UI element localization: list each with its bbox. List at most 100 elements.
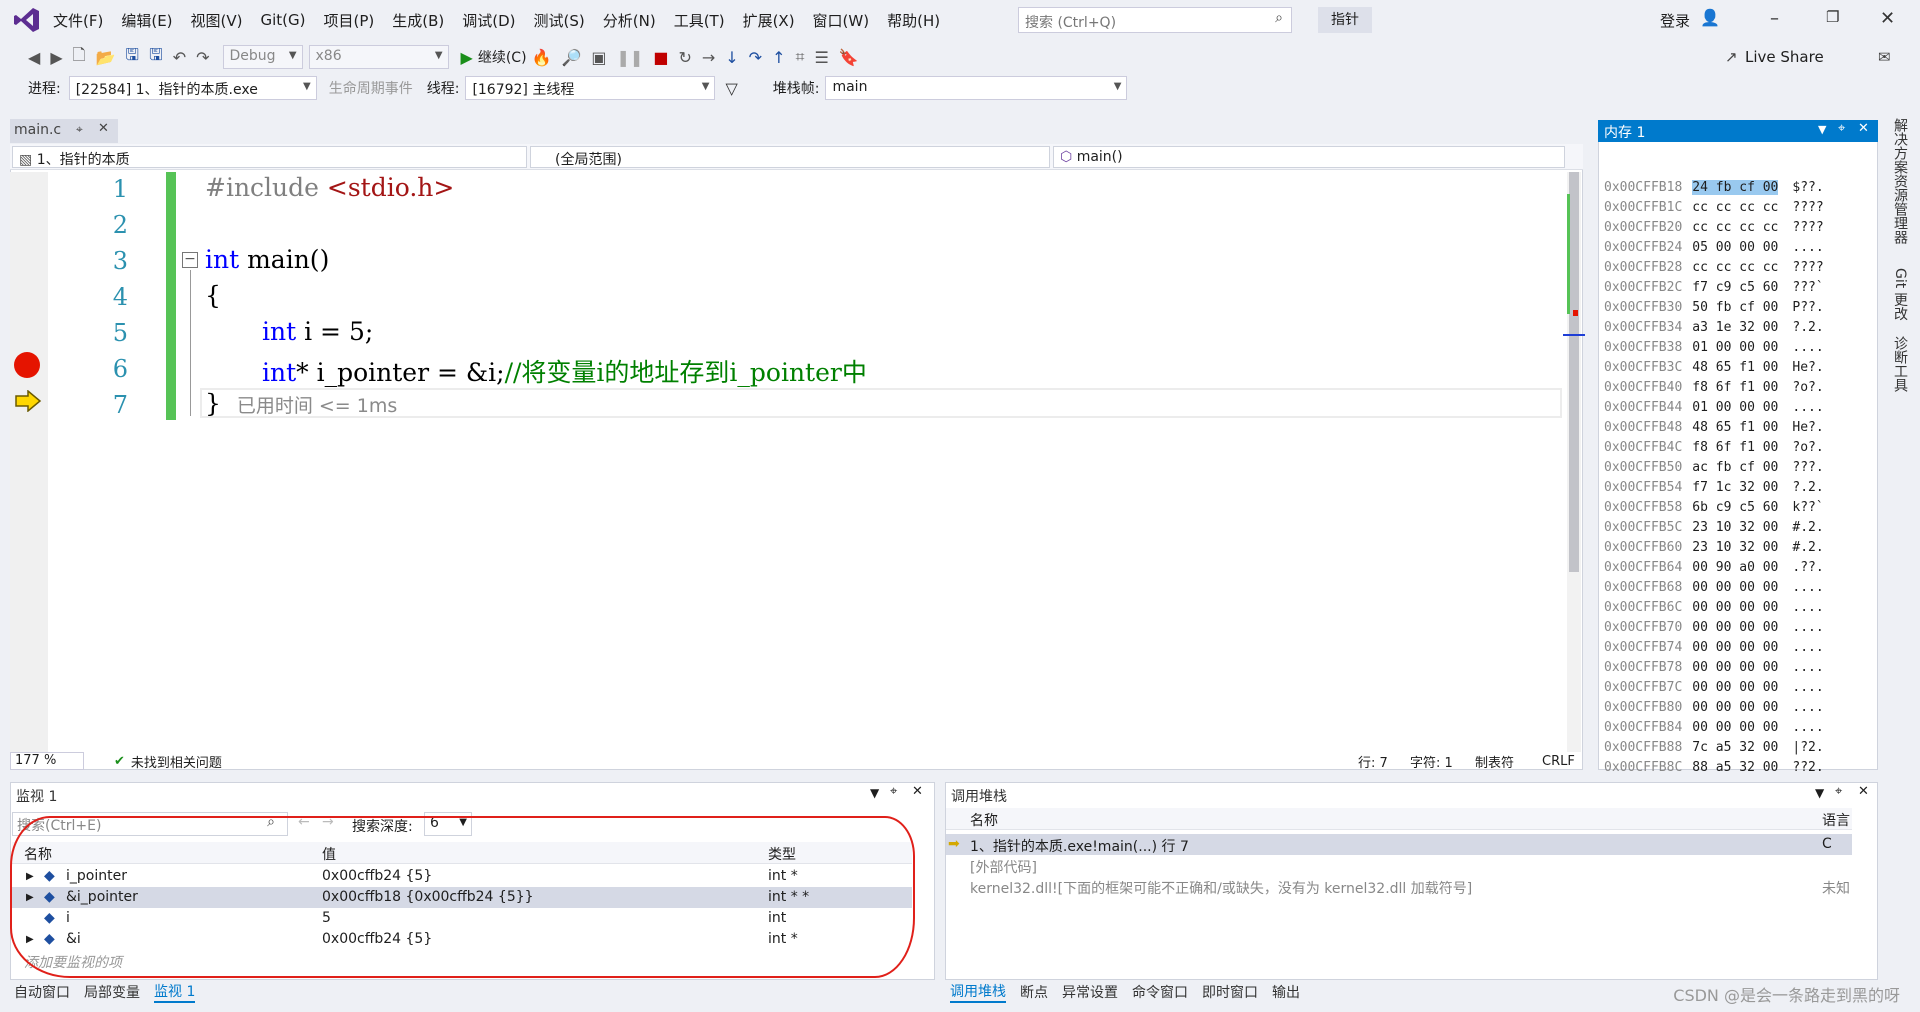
memory-row[interactable]: 0x00CFFB74 00 00 00 00.... [1604, 638, 1824, 658]
project-dropdown[interactable]: ▧ 1、指针的本质 [12, 146, 527, 168]
tab-autos[interactable]: 自动窗口 [14, 982, 70, 1002]
dropdown-icon[interactable]: ▼ [870, 786, 879, 800]
tab-breakpoints[interactable]: 断点 [1020, 982, 1048, 1002]
restore-icon[interactable]: ❐ [1826, 8, 1839, 26]
account-icon[interactable]: 👤 [1700, 8, 1720, 27]
menu-view[interactable]: 视图(V) [182, 10, 252, 31]
minimize-icon[interactable]: – [1770, 8, 1779, 29]
menu-project[interactable]: 项目(P) [315, 10, 384, 31]
tab-locals[interactable]: 局部变量 [84, 982, 140, 1002]
memory-row[interactable]: 0x00CFFB40 f8 6f f1 00 ?o?. [1604, 378, 1824, 398]
solution-name-badge[interactable]: 指针 [1318, 7, 1372, 33]
close-icon[interactable]: ✕ [912, 784, 923, 799]
pin-icon[interactable]: ⌖ [890, 784, 897, 799]
memory-row[interactable]: 0x00CFFB4C f8 6f f1 00 ?o?. [1604, 438, 1824, 458]
eol-status[interactable]: CRLF [1542, 754, 1575, 769]
menu-window[interactable]: 窗口(W) [804, 10, 879, 31]
close-tab-icon[interactable]: ✕ [98, 121, 109, 136]
save-all-icon[interactable]: 🖫 [149, 44, 163, 71]
memory-row[interactable]: 0x00CFFB84 00 00 00 00.... [1604, 718, 1824, 738]
menu-debug[interactable]: 调试(D) [453, 10, 524, 31]
memory-row[interactable]: 0x00CFFB80 00 00 00 00.... [1604, 698, 1824, 718]
memory-row[interactable]: 0x00CFFB68 00 00 00 00.... [1604, 578, 1824, 598]
find-icon[interactable]: 🔎 [561, 48, 581, 67]
memory-row[interactable]: 0x00CFFB8C 88 a5 32 00 ??2. [1604, 758, 1824, 778]
tab-immediate-window[interactable]: 即时窗口 [1202, 982, 1258, 1002]
diagnostic-tools-tab[interactable]: 诊断工具 [1890, 336, 1910, 392]
show-next-statement-icon[interactable]: → [702, 48, 715, 67]
memory-row[interactable]: 0x00CFFB6C 00 00 00 00.... [1604, 598, 1824, 618]
login-link[interactable]: 登录 [1660, 10, 1690, 31]
pin-icon[interactable]: ⌖ [1835, 784, 1842, 799]
col-lang-header[interactable]: 语言 [1822, 810, 1850, 830]
step-into-icon[interactable]: ↓ [725, 48, 738, 67]
memory-row[interactable]: 0x00CFFB3C 48 65 f1 00 He?. [1604, 358, 1824, 378]
tab-command-window[interactable]: 命令窗口 [1132, 982, 1188, 1002]
issues-status[interactable]: 未找到相关问题 [131, 752, 222, 771]
call-stack-row[interactable]: [外部代码] [946, 855, 1852, 876]
menu-file[interactable]: 文件(F) [44, 10, 112, 31]
memory-row[interactable]: 0x00CFFB48 48 65 f1 00 He?. [1604, 418, 1824, 438]
pause-icon[interactable]: ❚❚ [617, 48, 644, 67]
call-stack-row[interactable]: ➡ 1、指针的本质.exe!main(...) 行 7 C [946, 834, 1852, 855]
tab-mode-status[interactable]: 制表符 [1475, 752, 1514, 771]
memory-row[interactable]: 0x00CFFB60 23 10 32 00 #.2. [1604, 538, 1824, 558]
memory-row[interactable]: 0x00CFFB44 01 00 00 00.... [1604, 398, 1824, 418]
editor-scrollbar[interactable] [1563, 172, 1585, 752]
bookmark-icon[interactable]: 🔖 [839, 48, 859, 67]
memory-row[interactable]: 0x00CFFB20 cc cc cc cc???? [1604, 218, 1824, 238]
menu-edit[interactable]: 编辑(E) [112, 10, 181, 31]
tab-output[interactable]: 输出 [1272, 982, 1300, 1002]
memory-row[interactable]: 0x00CFFB24 05 00 00 00.... [1604, 238, 1824, 258]
menu-build[interactable]: 生成(B) [383, 10, 453, 31]
global-search-input[interactable]: 搜索 (Ctrl+Q) ⌕ [1018, 7, 1292, 33]
continue-button[interactable]: 继续(C) [478, 47, 527, 67]
function-dropdown[interactable]: ⬡ main() [1053, 146, 1565, 168]
memory-row[interactable]: 0x00CFFB30 50 fb cf 00 P??. [1604, 298, 1824, 318]
step-over-icon[interactable]: ↷ [749, 48, 762, 67]
stop-icon[interactable]: ■ [653, 48, 668, 67]
undo-icon[interactable]: ↶ [173, 48, 186, 67]
zoom-select[interactable]: 177 % [10, 752, 84, 770]
memory-row[interactable]: 0x00CFFB5C 23 10 32 00 #.2. [1604, 518, 1824, 538]
open-folder-icon[interactable]: 📂 [96, 48, 116, 67]
memory-row[interactable]: 0x00CFFB54 f7 1c 32 00 ?.2. [1604, 478, 1824, 498]
stack-frame-select[interactable]: main ▼ [825, 76, 1128, 100]
thread-select[interactable]: [16792] 主线程 ▼ [465, 76, 716, 100]
git-changes-tab[interactable]: Git 更改 [1890, 268, 1910, 321]
menu-test[interactable]: 测试(S) [525, 10, 594, 31]
col-name-header[interactable]: 名称 [970, 810, 998, 830]
new-project-icon[interactable]: 🗋 [73, 44, 86, 71]
tab-watch-1[interactable]: 监视 1 [154, 981, 196, 1003]
live-share-button[interactable]: Live Share [1745, 48, 1824, 66]
memory-row[interactable]: 0x00CFFB64 00 90 a0 00.??. [1604, 558, 1824, 578]
memory-row[interactable]: 0x00CFFB58 6b c9 c5 60 k??` [1604, 498, 1824, 518]
close-icon[interactable]: ✕ [1858, 784, 1869, 799]
pin-icon[interactable]: ⌖ [76, 122, 83, 137]
memory-row[interactable]: 0x00CFFB2C f7 c9 c5 60 ???` [1604, 278, 1824, 298]
save-icon[interactable]: 🖫 [125, 44, 139, 71]
step-out-icon[interactable]: ↑ [772, 48, 785, 67]
feedback-icon[interactable]: ✉ [1878, 48, 1891, 66]
memory-row[interactable]: 0x00CFFB88 7c a5 32 00 |?2. [1604, 738, 1824, 758]
process-select[interactable]: [22584] 1、指针的本质.exe ▼ [68, 76, 317, 100]
hot-reload-icon[interactable]: 🔥 [532, 48, 552, 67]
tab-exception-settings[interactable]: 异常设置 [1062, 982, 1118, 1002]
memory-row[interactable]: 0x00CFFB38 01 00 00 00.... [1604, 338, 1824, 358]
memory-row[interactable]: 0x00CFFB1C cc cc cc cc???? [1604, 198, 1824, 218]
collapse-icon[interactable]: − [182, 252, 198, 268]
play-icon[interactable]: ▶ [461, 48, 473, 67]
comment-icon[interactable]: ☰ [814, 48, 828, 67]
memory-row[interactable]: 0x00CFFB34 a3 1e 32 00 ?.2. [1604, 318, 1824, 338]
share-icon[interactable]: ↗ [1725, 48, 1738, 66]
tab-main-c[interactable]: main.c ⌖ ✕ [10, 119, 118, 143]
dropdown-icon[interactable]: ▼ [1815, 786, 1824, 800]
close-window-icon[interactable]: ✕ [1880, 8, 1895, 29]
memory-row[interactable]: 0x00CFFB78 00 00 00 00.... [1604, 658, 1824, 678]
screenshot-icon[interactable]: ▣ [591, 48, 606, 67]
lifecycle-events-button[interactable]: 生命周期事件 [329, 78, 413, 98]
restart-icon[interactable]: ↻ [678, 48, 691, 67]
breakpoint-icon[interactable] [14, 352, 40, 378]
configuration-select[interactable]: Debug ▼ [222, 45, 303, 69]
memory-row[interactable]: 0x00CFFB28 cc cc cc cc???? [1604, 258, 1824, 278]
